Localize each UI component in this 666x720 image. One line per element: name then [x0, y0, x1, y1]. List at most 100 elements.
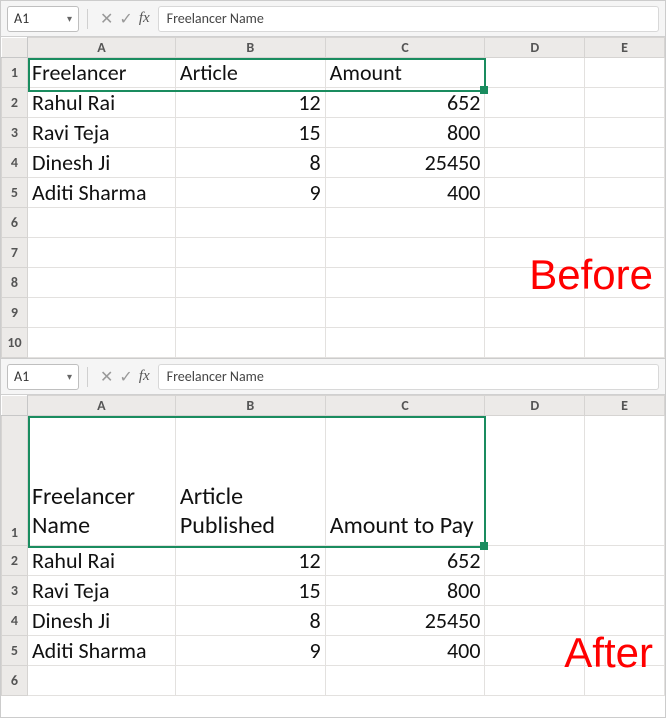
- cell-e3[interactable]: [585, 576, 665, 606]
- cell-d5[interactable]: [485, 636, 585, 666]
- fx-icon[interactable]: fx: [139, 10, 150, 27]
- cell-d1[interactable]: [485, 58, 585, 88]
- cell-d4[interactable]: [485, 148, 585, 178]
- cell-a5[interactable]: Aditi Sharma: [27, 636, 175, 666]
- cell-d2[interactable]: [485, 546, 585, 576]
- formula-bar: A1 ▾ ✕ ✓ fx Freelancer Name: [1, 359, 665, 395]
- select-all-corner[interactable]: [2, 396, 28, 416]
- cell-e5[interactable]: [585, 636, 665, 666]
- cell-e4[interactable]: [585, 606, 665, 636]
- row-header[interactable]: 6: [2, 208, 28, 238]
- row-header[interactable]: 4: [2, 148, 28, 178]
- col-header-e[interactable]: E: [585, 38, 665, 58]
- cell-b2[interactable]: 12: [175, 546, 325, 576]
- cell-b2[interactable]: 12: [175, 88, 325, 118]
- col-header-c[interactable]: C: [325, 38, 485, 58]
- row-header[interactable]: 2: [2, 546, 28, 576]
- col-header-b[interactable]: B: [175, 38, 325, 58]
- cell-a1[interactable]: Freelancer Name: [27, 416, 175, 546]
- formula-text: Freelancer Name: [167, 368, 264, 385]
- cell-c5[interactable]: 400: [325, 636, 485, 666]
- col-header-b[interactable]: B: [175, 396, 325, 416]
- cell-d2[interactable]: [485, 88, 585, 118]
- row-header[interactable]: 5: [2, 178, 28, 208]
- cell-b4[interactable]: 8: [175, 606, 325, 636]
- formula-bar: A1 ▾ ✕ ✓ fx Freelancer Name: [1, 1, 665, 37]
- cell-b5[interactable]: 9: [175, 178, 325, 208]
- cell-e1[interactable]: [585, 416, 665, 546]
- cell-a4[interactable]: Dinesh Ji: [27, 148, 175, 178]
- name-box[interactable]: A1 ▾: [7, 364, 79, 390]
- cell-d3[interactable]: [485, 118, 585, 148]
- col-header-a[interactable]: A: [27, 38, 175, 58]
- fx-icon[interactable]: fx: [139, 368, 150, 385]
- cell-c4[interactable]: 25450: [325, 148, 485, 178]
- accept-icon[interactable]: ✓: [119, 9, 132, 29]
- cell-a3[interactable]: Ravi Teja: [27, 118, 175, 148]
- cell-c4[interactable]: 25450: [325, 606, 485, 636]
- cell-c1[interactable]: Amount: [325, 58, 485, 88]
- cell-b5[interactable]: 9: [175, 636, 325, 666]
- cell-e5[interactable]: [585, 178, 665, 208]
- select-all-corner[interactable]: [2, 38, 28, 58]
- col-header-c[interactable]: C: [325, 396, 485, 416]
- cell-a3[interactable]: Ravi Teja: [27, 576, 175, 606]
- name-box-value: A1: [14, 368, 29, 385]
- row-header[interactable]: 1: [2, 58, 28, 88]
- formula-input[interactable]: Freelancer Name: [158, 364, 659, 390]
- cell-e4[interactable]: [585, 148, 665, 178]
- row-header[interactable]: 4: [2, 606, 28, 636]
- col-header-e[interactable]: E: [585, 396, 665, 416]
- cell-d1[interactable]: [485, 416, 585, 546]
- row-header[interactable]: 5: [2, 636, 28, 666]
- cell-c2[interactable]: 652: [325, 546, 485, 576]
- cell-d4[interactable]: [485, 606, 585, 636]
- row-header[interactable]: 2: [2, 88, 28, 118]
- row-header[interactable]: 7: [2, 238, 28, 268]
- cell-d5[interactable]: [485, 178, 585, 208]
- cell-b3[interactable]: 15: [175, 118, 325, 148]
- spreadsheet-grid-before[interactable]: A B C D E 1 Freelancer Article Amount 2 …: [1, 37, 665, 358]
- cell-b1[interactable]: Article Published: [175, 416, 325, 546]
- cancel-icon[interactable]: ✕: [100, 367, 113, 387]
- formula-bar-icons: ✕ ✓ fx: [96, 367, 154, 387]
- cell-e3[interactable]: [585, 118, 665, 148]
- row-header[interactable]: 10: [2, 328, 28, 358]
- cell-b1[interactable]: Article: [175, 58, 325, 88]
- before-panel: A1 ▾ ✕ ✓ fx Freelancer Name A: [0, 0, 666, 358]
- cell-b4[interactable]: 8: [175, 148, 325, 178]
- formula-text: Freelancer Name: [167, 10, 264, 27]
- cell-c3[interactable]: 800: [325, 576, 485, 606]
- spreadsheet-grid-after[interactable]: A B C D E 1 Freelancer Name Article Publ…: [1, 395, 665, 696]
- col-header-d[interactable]: D: [485, 396, 585, 416]
- row-header[interactable]: 1: [2, 416, 28, 546]
- cell-a5[interactable]: Aditi Sharma: [27, 178, 175, 208]
- col-header-d[interactable]: D: [485, 38, 585, 58]
- cell-c5[interactable]: 400: [325, 178, 485, 208]
- cell-d3[interactable]: [485, 576, 585, 606]
- cell-c1[interactable]: Amount to Pay: [325, 416, 485, 546]
- cell-e1[interactable]: [585, 58, 665, 88]
- cell-a4[interactable]: Dinesh Ji: [27, 606, 175, 636]
- cell-b3[interactable]: 15: [175, 576, 325, 606]
- col-header-a[interactable]: A: [27, 396, 175, 416]
- cell-a2[interactable]: Rahul Rai: [27, 546, 175, 576]
- name-box[interactable]: A1 ▾: [7, 6, 79, 32]
- accept-icon[interactable]: ✓: [119, 367, 132, 387]
- chevron-down-icon: ▾: [67, 370, 72, 383]
- cell-a1[interactable]: Freelancer: [27, 58, 175, 88]
- cell-c3[interactable]: 800: [325, 118, 485, 148]
- cancel-icon[interactable]: ✕: [100, 9, 113, 29]
- cell-e2[interactable]: [585, 546, 665, 576]
- row-header[interactable]: 3: [2, 118, 28, 148]
- name-box-value: A1: [14, 10, 29, 27]
- row-header[interactable]: 8: [2, 268, 28, 298]
- cell-a2[interactable]: Rahul Rai: [27, 88, 175, 118]
- formula-input[interactable]: Freelancer Name: [158, 6, 659, 32]
- formula-bar-icons: ✕ ✓ fx: [96, 9, 154, 29]
- cell-e2[interactable]: [585, 88, 665, 118]
- row-header[interactable]: 6: [2, 666, 28, 696]
- row-header[interactable]: 9: [2, 298, 28, 328]
- cell-c2[interactable]: 652: [325, 88, 485, 118]
- row-header[interactable]: 3: [2, 576, 28, 606]
